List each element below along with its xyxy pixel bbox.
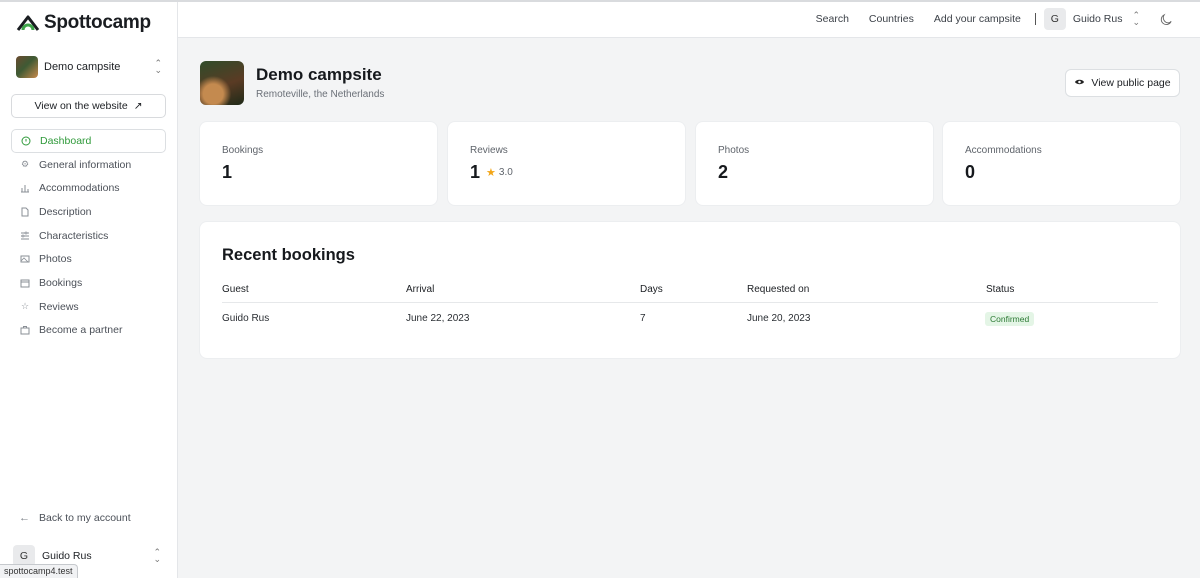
calendar-icon [20,278,30,288]
sidebar-item-general-information[interactable]: ⚙ General information [11,153,166,177]
back-to-account-link[interactable]: ← Back to my account [19,512,131,524]
cell-guest: Guido Rus [222,313,270,324]
view-on-website-label: View on the website [34,100,128,112]
column-header-arrival: Arrival [406,284,435,295]
bag-icon [20,325,30,335]
chart-icon [20,183,30,193]
stat-card-reviews[interactable]: Reviews 1 ★ 3.0 [448,122,685,205]
image-icon [20,254,30,264]
top-nav: Search Countries Add your campsite G Gui… [796,8,1174,30]
back-to-account-label: Back to my account [39,512,131,524]
logo-icon [16,15,40,31]
column-header-status: Status [986,284,1015,295]
moon-icon[interactable] [1160,12,1174,26]
arrow-left-icon: ← [19,512,30,524]
stat-label: Photos [718,145,750,156]
column-header-guest: Guest [222,284,249,295]
external-arrow-icon: ↗ [133,100,143,112]
sidebar-item-photos[interactable]: Photos [11,247,166,271]
table-header: Guest Arrival Days Requested on Status [222,281,1158,303]
top-user-name[interactable]: Guido Rus [1073,13,1123,25]
browser-status-url: spottocamp4.test [0,564,78,578]
nav-divider [1034,13,1036,25]
top-bar: Search Countries Add your campsite G Gui… [178,2,1200,38]
stat-value: 1 ★ 3.0 [470,162,513,183]
sidebar-item-bookings[interactable]: Bookings [11,271,166,295]
logo[interactable]: Spottocamp [16,12,151,34]
nav-link-search[interactable]: Search [816,13,849,25]
sidebar-item-reviews[interactable]: ☆ Reviews [11,295,166,319]
page-title: Demo campsite [256,65,382,84]
sidebar-item-become-a-partner[interactable]: Become a partner [11,319,166,343]
recent-bookings-title: Recent bookings [222,246,355,264]
eye-icon [1074,77,1085,89]
campsite-switcher-name: Demo campsite [44,61,121,73]
column-header-days: Days [640,284,663,295]
stat-value: 1 [222,162,232,183]
cell-arrival: June 22, 2023 [406,313,470,324]
document-icon [20,207,30,217]
sidebar-item-description[interactable]: Description [11,200,166,224]
sidebar: Spottocamp Demo campsite ⌃ ⌄ View on the … [0,2,178,578]
sidebar-item-label: Reviews [39,300,79,313]
status-badge: Confirmed [985,312,1035,326]
star-icon: ☆ [20,301,30,312]
nav-link-countries[interactable]: Countries [869,13,914,25]
campsite-location: Remoteville, the Netherlands [256,89,385,100]
column-header-requested-on: Requested on [747,284,810,295]
sidebar-item-label: General information [39,158,132,171]
stat-number: 2 [718,162,729,182]
nav-link-add-campsite[interactable]: Add your campsite [934,13,1021,25]
chevron-updown-icon[interactable]: ⌃ ⌄ [1132,11,1140,27]
stat-label: Bookings [222,145,264,156]
logo-text: Spottocamp [44,12,151,33]
stat-label: Reviews [470,145,508,156]
campsite-photo [200,61,244,105]
sidebar-item-label: Dashboard [40,134,92,147]
sidebar-item-label: Characteristics [39,229,109,242]
stat-number: 0 [965,162,976,182]
gear-icon: ⚙ [20,159,30,170]
sidebar-item-label: Photos [39,253,72,266]
stat-number: 1 [470,162,481,182]
campsite-switcher[interactable]: Demo campsite ⌃ ⌄ [16,55,162,79]
dashboard-icon [21,136,31,146]
sidebar-item-characteristics[interactable]: Characteristics [11,224,166,248]
campsite-thumbnail [16,56,38,78]
sidebar-user-name: Guido Rus [42,550,92,562]
chevron-updown-icon: ⌃ ⌄ [154,58,162,75]
stat-label: Accommodations [965,145,1042,156]
stat-value: 2 [718,162,728,183]
sidebar-item-label: Bookings [39,276,83,289]
sidebar-item-label: Description [39,205,92,218]
view-public-page-label: View public page [1091,77,1171,89]
sidebar-item-label: Accommodations [39,182,120,195]
stat-number: 1 [222,162,233,182]
recent-bookings-card: Recent bookings Guest Arrival Days Reque… [200,222,1180,358]
stat-value: 0 [965,162,975,183]
sidebar-nav: Dashboard ⚙ General information Accommod… [11,129,166,342]
view-on-website-button[interactable]: View on the website ↗ [11,94,166,118]
stat-card-accommodations[interactable]: Accommodations 0 [943,122,1180,205]
rating-value: 3.0 [498,167,513,178]
sidebar-item-label: Become a partner [39,324,123,337]
avatar[interactable]: G [1043,8,1066,30]
rating: ★ 3.0 [486,166,513,179]
sidebar-item-accommodations[interactable]: Accommodations [11,176,166,200]
chevron-updown-icon: ⌃ ⌄ [153,547,161,564]
view-public-page-button[interactable]: View public page [1065,69,1180,97]
sidebar-item-dashboard[interactable]: Dashboard [11,129,166,153]
sliders-icon [20,231,30,241]
star-filled-icon: ★ [486,167,496,179]
stat-card-bookings[interactable]: Bookings 1 [200,122,437,205]
cell-requested-on: June 20, 2023 [747,313,811,324]
stat-card-photos[interactable]: Photos 2 [696,122,933,205]
cell-days: 7 [640,313,646,324]
table-row[interactable]: Guido Rus June 22, 2023 7 June 20, 2023 … [222,310,1158,330]
